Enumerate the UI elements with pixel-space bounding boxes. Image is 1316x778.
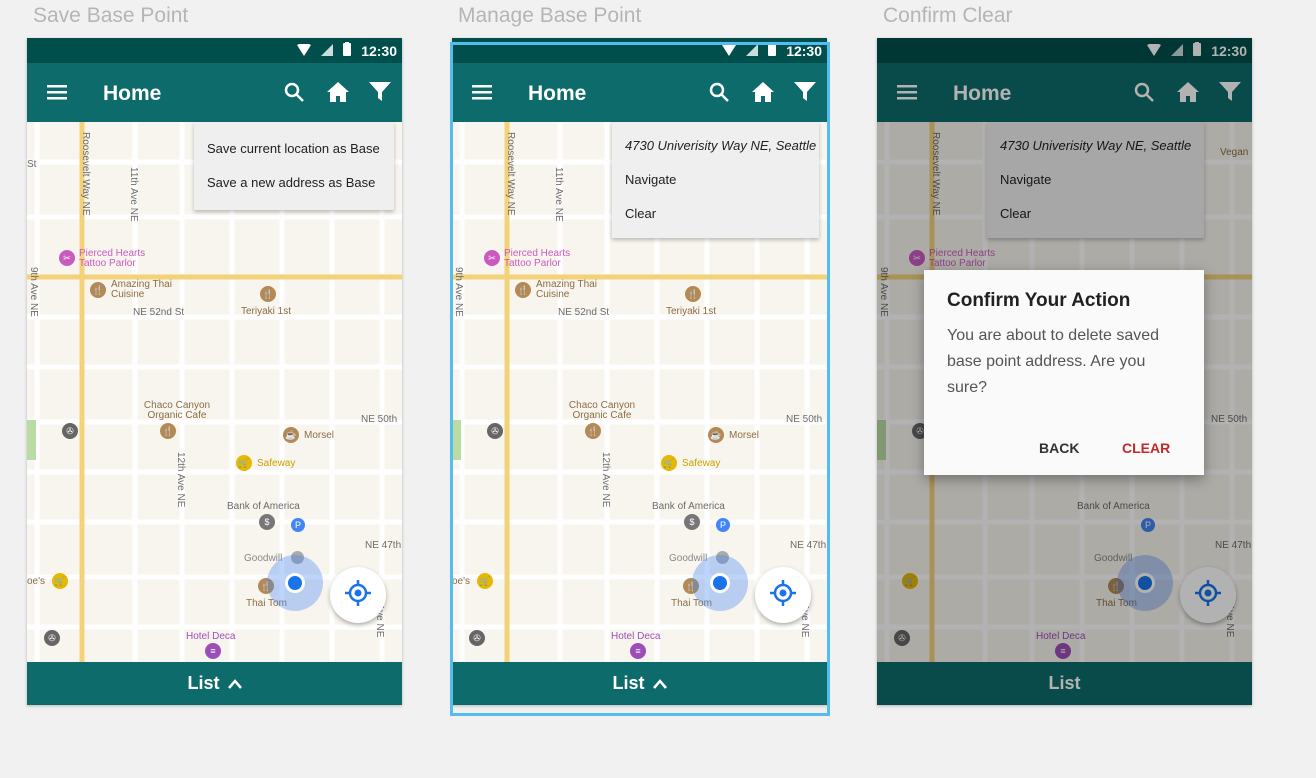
signal-icon (321, 43, 334, 59)
street-label: 9th Ave NE (28, 267, 39, 317)
list-bar[interactable]: List (27, 662, 402, 705)
street-label: St (27, 159, 37, 170)
highlight-frame (450, 42, 830, 716)
street-label: NE 47th (365, 540, 402, 551)
place-label: Bank of America (227, 501, 300, 512)
status-bar: 12:30 (27, 38, 402, 63)
back-button[interactable]: BACK (1039, 440, 1079, 456)
film-icon: ✇ (44, 630, 60, 646)
grocery-icon: 🛒 (52, 573, 68, 589)
film-icon: ✇ (62, 423, 78, 439)
my-location-button[interactable] (330, 567, 386, 623)
menu-icon[interactable] (44, 79, 70, 105)
place-label: Hotel Deca (186, 631, 236, 642)
place-label: Amazing Thai Cuisine (111, 279, 172, 300)
street-label: 11th Ave NE (128, 167, 139, 222)
street-label: NE 52nd St (133, 307, 185, 318)
crosshair-icon (345, 579, 371, 611)
search-icon[interactable] (281, 79, 307, 105)
place-label: Teriyaki 1st (241, 306, 292, 317)
street-label: Roosevelt Way NE (80, 132, 91, 216)
panel-title-save: Save Base Point (33, 4, 189, 27)
grocery-icon: 🛒 (236, 455, 252, 471)
menu-item-save-new-address[interactable]: Save a new address as Base (194, 166, 394, 200)
clear-button[interactable]: CLEAR (1122, 440, 1170, 456)
hotel-icon: ≡ (205, 643, 221, 659)
bank-icon: $ (259, 514, 275, 530)
wifi-icon (297, 42, 312, 59)
restaurant-icon: 🍴 (160, 423, 176, 439)
panel-title-confirm: Confirm Clear (883, 4, 1013, 27)
base-point-menu: Save current location as Base Save a new… (194, 122, 394, 210)
battery-icon (343, 42, 352, 59)
menu-item-save-current[interactable]: Save current location as Base (194, 132, 394, 166)
chevron-up-icon (227, 673, 242, 694)
confirm-dialog: Confirm Your Action You are about to del… (924, 270, 1204, 475)
dialog-message: You are about to delete saved base point… (947, 327, 1160, 396)
dialog-title: Confirm Your Action (947, 290, 1131, 311)
parking-icon: P (291, 518, 305, 532)
panel-title-manage: Manage Base Point (458, 4, 642, 27)
current-location-dot (285, 573, 305, 593)
phone-screen-save: 12:30 Home Roosevelt Way NE 11th Ave NE … (27, 38, 402, 705)
app-bar: Home (27, 63, 402, 122)
restaurant-icon: 🍴 (90, 282, 106, 298)
place-label: Morsel (304, 430, 335, 441)
app-title: Home (103, 82, 162, 105)
place-label: Safeway (257, 458, 296, 469)
filter-icon[interactable] (367, 79, 393, 105)
restaurant-icon: 🍴 (260, 286, 276, 302)
list-label: List (187, 673, 220, 693)
home-icon[interactable] (325, 79, 351, 105)
place-label: oe's (27, 576, 46, 587)
street-label: NE 50th (361, 414, 398, 425)
shop-icon: ✂ (59, 250, 75, 266)
place-label: Chaco Canyon Organic Cafe (143, 400, 211, 421)
place-label: Pierced Hearts Tattoo Parlor (79, 248, 146, 269)
street-label: 12th Ave NE (175, 452, 186, 508)
phone-screen-confirm: 12:30 Home Roosevelt Way NE NE 50th NE 4… (877, 38, 1252, 705)
status-time: 12:30 (361, 42, 397, 59)
cafe-icon: ☕ (283, 427, 299, 443)
